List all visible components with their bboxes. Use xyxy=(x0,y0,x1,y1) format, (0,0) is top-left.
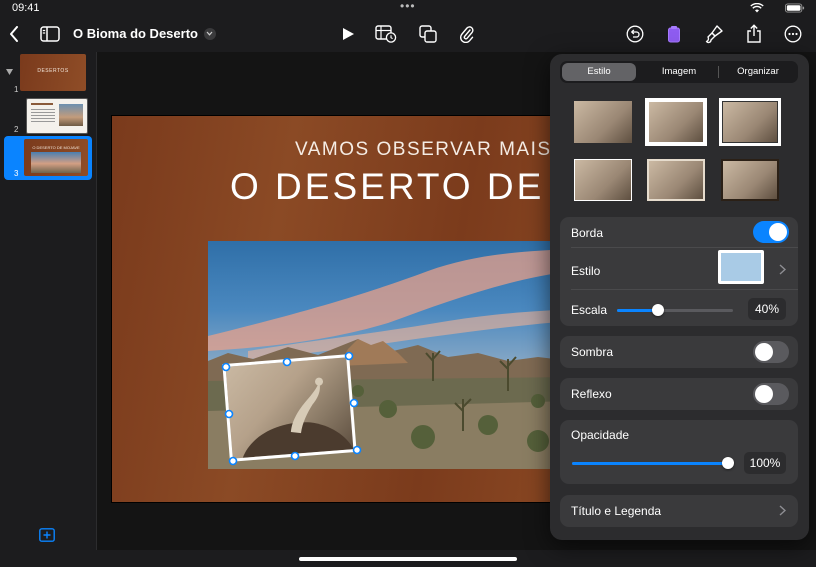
image-style-preset-1[interactable] xyxy=(572,98,634,146)
back-button[interactable] xyxy=(4,16,24,52)
document-title: O Bioma do Deserto xyxy=(73,26,198,41)
image-style-preset-5[interactable] xyxy=(645,156,707,204)
chevron-right-icon[interactable] xyxy=(779,264,786,275)
slide-thumbnail-3[interactable]: 3 O DESERTO DE MOJAVE xyxy=(4,136,92,180)
more-button[interactable] xyxy=(782,16,804,52)
slide-preview: DESERTOS xyxy=(20,54,86,91)
shadow-group: Sombra xyxy=(560,336,798,368)
chevron-left-icon xyxy=(10,26,18,42)
wifi-icon xyxy=(750,3,764,13)
border-style-swatch[interactable] xyxy=(718,250,764,284)
plus-square-icon xyxy=(39,528,55,542)
reflection-toggle[interactable] xyxy=(753,383,789,405)
slide-navigator: 1 DESERTOS 2 3 O DESERTO DE MOJAVE xyxy=(0,52,97,550)
slide-thumb-lines xyxy=(31,103,53,105)
chevron-down-icon xyxy=(203,27,216,40)
slide-thumb-title: O DESERTO DE MOJAVE xyxy=(32,145,80,150)
ellipsis-circle-icon xyxy=(784,25,802,43)
tab-imagem[interactable]: Imagem xyxy=(640,61,718,83)
lizard-image-selected[interactable] xyxy=(222,354,357,462)
preset-thumb xyxy=(722,101,778,143)
format-tabs: Estilo Imagem Organizar xyxy=(560,61,798,83)
play-icon xyxy=(342,28,354,40)
image-style-preset-2[interactable] xyxy=(645,98,707,146)
border-toggle[interactable] xyxy=(753,221,789,243)
scale-slider[interactable] xyxy=(617,304,733,316)
slide-number: 3 xyxy=(14,169,19,178)
tab-organizar[interactable]: Organizar xyxy=(719,61,797,83)
status-bar: 09:41 ••• xyxy=(0,0,816,16)
shadow-toggle[interactable] xyxy=(753,341,789,363)
tab-estilo[interactable]: Estilo xyxy=(562,63,636,81)
border-style-label: Estilo xyxy=(571,264,601,278)
preset-thumb xyxy=(647,159,705,201)
slide-thumb-lines xyxy=(31,109,55,110)
opacity-label: Opacidade xyxy=(571,428,630,442)
shadow-label: Sombra xyxy=(571,345,614,359)
border-label: Borda xyxy=(571,226,604,240)
slide-subtitle[interactable]: VAMOS OBSERVAR MAIS DE xyxy=(295,139,588,161)
sidebar-toggle-button[interactable] xyxy=(38,16,62,52)
preset-thumb xyxy=(721,159,779,201)
format-button[interactable] xyxy=(701,16,727,52)
insert-shape-button[interactable] xyxy=(416,16,440,52)
image-style-preset-3[interactable] xyxy=(719,98,781,146)
multitasking-dots-icon[interactable]: ••• xyxy=(400,0,416,13)
undo-button[interactable] xyxy=(623,16,647,52)
paintbrush-icon xyxy=(705,25,723,44)
preset-thumb xyxy=(649,102,703,142)
document-title-button[interactable]: O Bioma do Deserto xyxy=(73,26,216,41)
battery-icon xyxy=(785,3,805,13)
sidebar-icon xyxy=(40,26,60,42)
toolbar: O Bioma do Deserto xyxy=(0,16,816,52)
slide-title[interactable]: O DESERTO DE M xyxy=(230,166,591,208)
object-selected-button[interactable] xyxy=(663,16,685,52)
scale-label: Escala xyxy=(571,303,608,317)
insert-media-button[interactable] xyxy=(456,16,478,52)
reflection-group: Reflexo xyxy=(560,378,798,410)
slide-thumb-image xyxy=(31,152,81,173)
border-style-preview xyxy=(721,253,761,281)
lizard-image xyxy=(222,354,357,462)
scale-value[interactable]: 40% xyxy=(748,298,786,320)
border-group: Borda Estilo Escala 40% xyxy=(560,217,798,326)
image-style-preset-6[interactable] xyxy=(719,156,781,204)
share-icon xyxy=(747,24,761,43)
opacity-slider[interactable] xyxy=(572,457,734,469)
divider xyxy=(571,247,798,248)
slide-number: 1 xyxy=(14,85,19,94)
shapes-icon xyxy=(419,25,437,43)
preset-thumb xyxy=(574,159,632,201)
slide-thumb-image xyxy=(59,104,83,126)
reflection-label: Reflexo xyxy=(571,387,612,401)
divider xyxy=(571,289,798,290)
preset-thumb xyxy=(574,101,632,143)
clock: 09:41 xyxy=(12,2,40,14)
add-slide-button[interactable] xyxy=(39,528,55,547)
slide-thumbnail-1[interactable]: 1 DESERTOS xyxy=(4,54,92,98)
title-caption-label: Título e Legenda xyxy=(571,504,662,518)
table-clock-icon xyxy=(375,25,397,43)
format-panel: Estilo Imagem Organizar Borda Estilo Esc… xyxy=(550,54,809,540)
opacity-group: Opacidade 100% xyxy=(560,420,798,484)
slide-preview: O DESERTO DE MOJAVE xyxy=(24,139,88,176)
share-button[interactable] xyxy=(743,16,765,52)
chevron-right-icon xyxy=(779,505,786,516)
lizard-art xyxy=(242,377,354,458)
image-style-preset-4[interactable] xyxy=(572,156,634,204)
opacity-value[interactable]: 100% xyxy=(744,452,786,474)
insert-table-button[interactable] xyxy=(373,16,399,52)
undo-icon xyxy=(626,25,644,43)
slide-number: 2 xyxy=(14,125,19,134)
slide-thumb-title: DESERTOS xyxy=(37,68,69,74)
slide-preview xyxy=(26,98,88,134)
home-indicator[interactable] xyxy=(299,557,517,561)
paperclip-icon xyxy=(460,26,474,43)
object-selection-icon xyxy=(668,26,680,43)
play-button[interactable] xyxy=(337,16,359,52)
title-caption-row[interactable]: Título e Legenda xyxy=(560,495,798,527)
